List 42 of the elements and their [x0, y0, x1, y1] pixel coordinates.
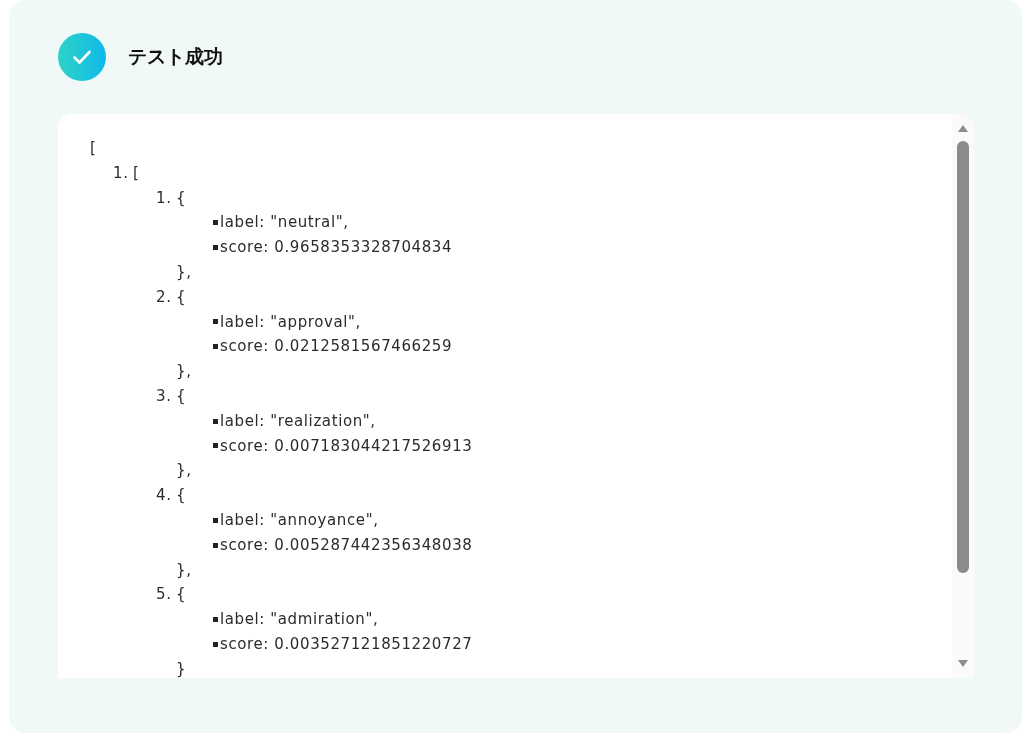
triangle-up-icon[interactable]	[958, 125, 968, 132]
bullet-icon	[213, 542, 218, 548]
close-brace: },	[176, 460, 192, 482]
field-text: score: 0.005287442356348038	[220, 534, 473, 556]
open-brace: {	[176, 485, 187, 507]
list-number: 2.	[156, 286, 173, 308]
bullet-icon	[213, 220, 218, 226]
list-number: 4.	[156, 485, 173, 507]
open-brace: {	[176, 584, 187, 606]
open-bracket: [	[90, 138, 97, 159]
result-title: テスト成功	[128, 44, 223, 69]
bullet-icon	[213, 418, 218, 424]
close-brace: },	[176, 361, 192, 383]
list-number: 1.	[113, 162, 130, 184]
field-text: score: 0.007183044217526913	[220, 435, 473, 457]
close-brace: },	[176, 262, 192, 283]
bullet-icon	[213, 517, 218, 523]
open-bracket: [	[133, 162, 140, 184]
field-text: score: 0.9658353328704834	[220, 237, 453, 259]
field-text: score: 0.003527121851220727	[220, 633, 473, 655]
bullet-icon	[213, 443, 218, 449]
bullet-icon	[213, 617, 218, 623]
close-brace: },	[176, 559, 192, 581]
field-text: label: "admiration",	[220, 609, 379, 631]
bullet-icon	[213, 344, 218, 350]
triangle-down-icon[interactable]	[958, 660, 968, 667]
field-text: label: "neutral",	[220, 212, 349, 234]
scrollbar-thumb[interactable]	[957, 141, 969, 573]
bullet-icon	[213, 319, 218, 325]
list-number: 5.	[156, 584, 173, 606]
bullet-icon	[213, 641, 218, 647]
list-number: 1.	[156, 187, 173, 209]
field-text: label: "realization",	[220, 410, 376, 432]
bullet-icon	[213, 245, 218, 251]
field-text: score: 0.0212581567466259	[220, 336, 453, 358]
open-brace: {	[176, 385, 187, 407]
open-brace: {	[176, 187, 187, 209]
close-brace: }	[176, 658, 187, 678]
field-text: label: "annoyance",	[220, 509, 379, 531]
list-number: 3.	[156, 385, 173, 407]
open-brace: {	[176, 286, 187, 308]
field-text: label: "approval",	[220, 311, 361, 333]
